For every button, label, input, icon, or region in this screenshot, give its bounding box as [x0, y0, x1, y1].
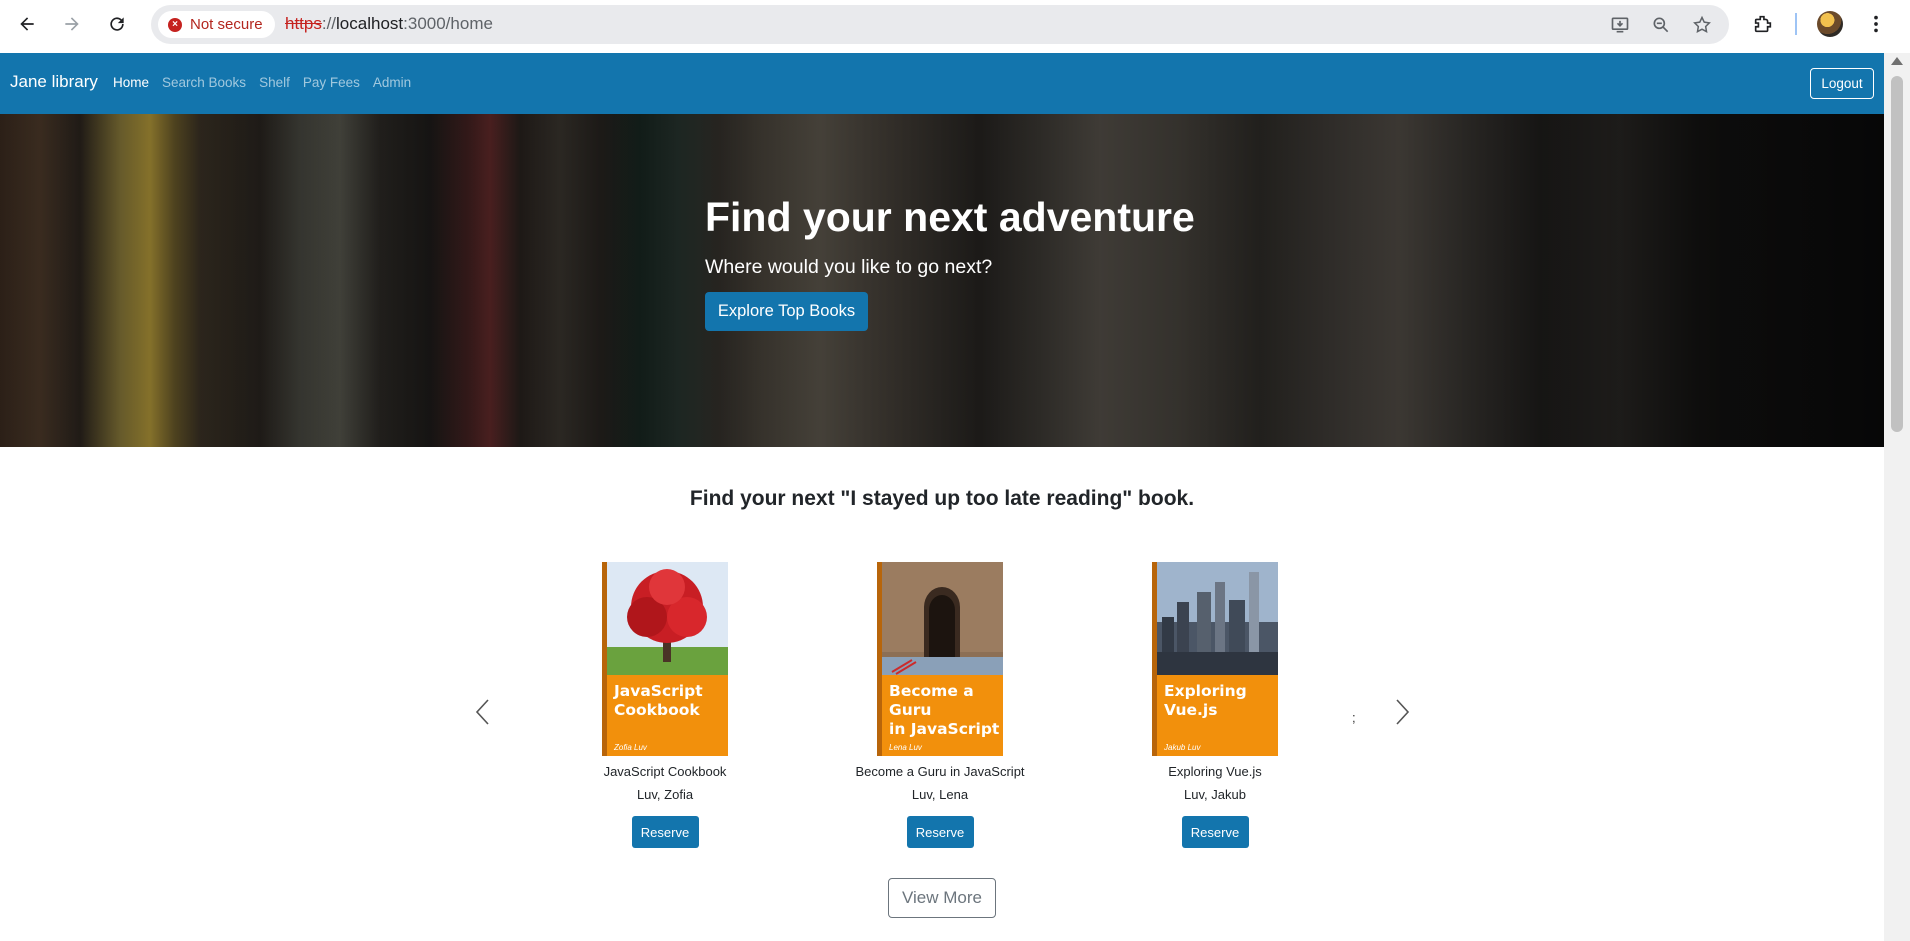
book-cover[interactable]: Exploring Vue.js Jakub Luv [1152, 562, 1278, 756]
menu-kebab-icon[interactable] [1863, 11, 1889, 37]
cover-author: Jakub Luv [1164, 743, 1201, 752]
reserve-button[interactable]: Reserve [1181, 816, 1249, 848]
book-card: Become a Guru in JavaScript Lena Luv Beco… [840, 562, 1040, 848]
book-card: JavaScript Cookbook Zofia Luv JavaScript … [565, 562, 765, 848]
book-author: Luv, Jakub [1184, 787, 1246, 802]
cover-title: Exploring Vue.js [1164, 682, 1247, 719]
app-navbar: Jane library Home Search Books Shelf Pay… [0, 53, 1884, 114]
nav-link-admin[interactable]: Admin [373, 75, 411, 90]
cover-author: Zofia Luv [614, 743, 647, 752]
forward-icon[interactable] [57, 9, 87, 39]
cover-title: JavaScript Cookbook [614, 682, 703, 719]
bookmark-star-icon[interactable] [1691, 14, 1713, 36]
hero-title: Find your next adventure [705, 194, 1195, 240]
page-scrollbar[interactable] [1884, 53, 1910, 941]
nav-link-home[interactable]: Home [113, 75, 149, 90]
books-section-title: Find your next "I stayed up too late rea… [689, 487, 1195, 510]
security-chip[interactable]: × Not secure [158, 11, 275, 38]
warning-icon: × [168, 17, 182, 32]
address-bar[interactable]: × Not secure https://localhost:3000/home [151, 5, 1729, 44]
book-author: Luv, Lena [911, 787, 969, 802]
book-card: Exploring Vue.js Jakub Luv Exploring Vue.… [1115, 562, 1315, 848]
book-cover[interactable]: Become a Guru in JavaScript Lena Luv [877, 562, 1003, 756]
nav-link-search-books[interactable]: Search Books [162, 75, 246, 90]
scroll-up-icon[interactable] [1891, 57, 1903, 65]
reserve-button[interactable]: Reserve [631, 816, 699, 848]
cover-photo-tree [607, 562, 728, 675]
book-title: JavaScript Cookbook [603, 764, 727, 779]
reserve-button[interactable]: Reserve [906, 816, 974, 848]
cover-photo-gate [882, 562, 1003, 675]
nav-link-pay-fees[interactable]: Pay Fees [303, 75, 360, 90]
install-app-icon[interactable] [1609, 14, 1631, 36]
brand-logo[interactable]: Jane library [10, 72, 98, 92]
cover-title: Become a Guru in JavaScript [889, 682, 1000, 738]
nav-link-shelf[interactable]: Shelf [259, 75, 290, 90]
back-icon[interactable] [12, 9, 42, 39]
zoom-icon[interactable] [1650, 14, 1672, 36]
book-cover[interactable]: JavaScript Cookbook Zofia Luv [602, 562, 728, 756]
carousel-next-icon[interactable] [1392, 698, 1412, 726]
security-label: Not secure [190, 16, 263, 33]
url-text[interactable]: https://localhost:3000/home [285, 14, 493, 34]
book-title: Exploring Vue.js [1168, 764, 1262, 779]
reload-icon[interactable] [102, 9, 132, 39]
browser-toolbar: × Not secure https://localhost:3000/home [0, 0, 1910, 53]
cover-photo-skyline [1157, 562, 1278, 675]
book-author: Luv, Zofia [636, 787, 694, 802]
nav-links: Home Search Books Shelf Pay Fees Admin [113, 75, 411, 90]
book-title: Become a Guru in JavaScript [855, 764, 1025, 779]
hero-banner: Find your next adventure Where would you… [0, 114, 1884, 447]
logout-button[interactable]: Logout [1810, 68, 1874, 99]
extensions-icon[interactable] [1750, 11, 1776, 37]
profile-avatar[interactable] [1817, 11, 1843, 37]
view-more-button[interactable]: View More [888, 878, 996, 918]
toolbar-divider [1795, 13, 1797, 35]
explore-top-books-button[interactable]: Explore Top Books [705, 292, 868, 331]
scroll-thumb[interactable] [1891, 76, 1903, 432]
carousel-prev-icon[interactable] [473, 698, 493, 726]
hero-subtitle: Where would you like to go next? [705, 256, 993, 278]
carousel-indicator: ; [1352, 710, 1356, 725]
page-viewport: Jane library Home Search Books Shelf Pay… [0, 53, 1884, 941]
cover-author: Lena Luv [889, 743, 922, 752]
